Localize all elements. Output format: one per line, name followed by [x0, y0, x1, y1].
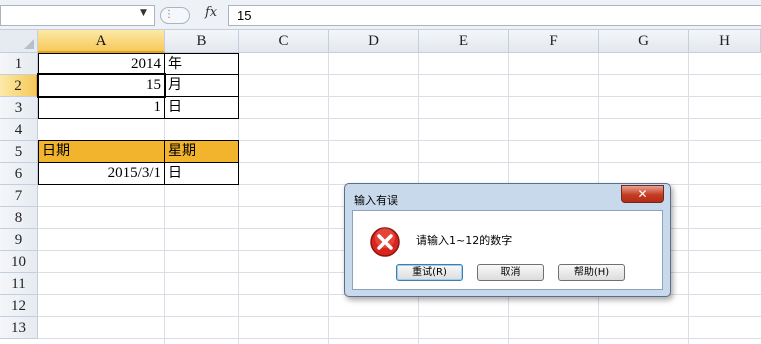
row-header-5[interactable]: 5 — [0, 141, 38, 163]
formula-bar: ▼ ⋮ fx 15 — [0, 0, 761, 30]
insert-function-button[interactable]: fx — [205, 5, 217, 20]
row-header-9[interactable]: 9 — [0, 229, 38, 251]
column-header-f[interactable]: F — [509, 30, 599, 53]
formula-input[interactable]: 15 — [228, 5, 761, 26]
name-box-dropdown-icon[interactable]: ▼ — [140, 8, 147, 18]
row-header-7[interactable]: 7 — [0, 185, 38, 207]
dots-icon: ⋮ — [164, 9, 174, 20]
help-button[interactable]: 帮助(H) — [558, 264, 625, 281]
row-header-12[interactable]: 12 — [0, 295, 38, 317]
dialog-body: 请输入1~12的数字 重试(R) 取消 帮助(H) — [352, 210, 663, 290]
row-header-2[interactable]: 2 — [0, 75, 38, 97]
dialog-message: 请输入1~12的数字 — [416, 234, 513, 247]
column-header-e[interactable]: E — [419, 30, 509, 53]
formula-value: 15 — [237, 8, 252, 23]
cell-b1[interactable]: 年 — [164, 53, 239, 75]
row-header-3[interactable]: 3 — [0, 97, 38, 119]
column-header-a[interactable]: A — [38, 30, 165, 53]
active-cell-indicator — [37, 73, 166, 98]
row-header-4[interactable]: 4 — [0, 119, 38, 141]
cell-a6[interactable]: 2015/3/1 — [38, 162, 165, 185]
row-header-11[interactable]: 11 — [0, 273, 38, 295]
formula-bar-resize-handle[interactable]: ⋮ — [160, 7, 190, 24]
row-header-1[interactable]: 1 — [0, 53, 38, 75]
column-header-g[interactable]: G — [599, 30, 689, 53]
dialog-title: 输入有误 — [354, 194, 398, 207]
cell-b3[interactable]: 日 — [164, 96, 239, 119]
row-header-10[interactable]: 10 — [0, 251, 38, 273]
name-box[interactable] — [0, 5, 155, 26]
row-header-13[interactable]: 13 — [0, 317, 38, 339]
cell-b2[interactable]: 月 — [164, 74, 239, 97]
close-button[interactable]: ✕ — [621, 185, 664, 203]
error-dialog: 输入有误 ✕ 请输入1~12的数字 重试(R) 取消 帮助(H) — [344, 183, 671, 297]
cell-b5[interactable]: 星期 — [164, 140, 239, 163]
cell-a5[interactable]: 日期 — [38, 140, 165, 163]
row-header-6[interactable]: 6 — [0, 163, 38, 185]
column-header-c[interactable]: C — [239, 30, 329, 53]
cell-a3[interactable]: 1 — [38, 96, 165, 119]
select-all-button[interactable] — [0, 30, 38, 53]
retry-button[interactable]: 重试(R) — [396, 264, 463, 281]
cancel-button[interactable]: 取消 — [477, 264, 544, 281]
cell-a1[interactable]: 2014 — [38, 53, 165, 75]
column-header-h[interactable]: H — [689, 30, 761, 53]
column-header-d[interactable]: D — [329, 30, 419, 53]
cell-b6[interactable]: 日 — [164, 162, 239, 185]
column-header-b[interactable]: B — [165, 30, 239, 53]
row-header-8[interactable]: 8 — [0, 207, 38, 229]
error-icon — [370, 227, 400, 257]
